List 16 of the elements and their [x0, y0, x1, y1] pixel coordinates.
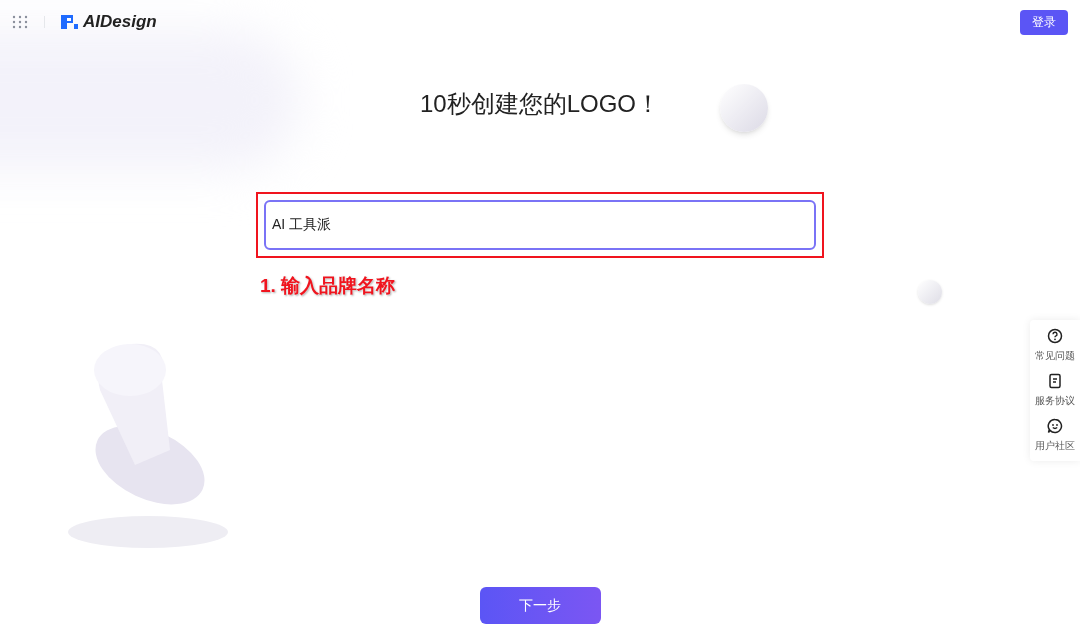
sphere-drawing	[720, 84, 768, 132]
smiley-chat-icon	[1047, 418, 1063, 434]
help-icon	[1047, 328, 1063, 344]
side-panel-item[interactable]: 用户社区	[1035, 418, 1075, 453]
annotation-text: 1. 输入品牌名称	[260, 275, 396, 296]
page-title: 10秒创建您的LOGO！	[419, 89, 660, 119]
side-panel-item[interactable]: 服务协议	[1035, 373, 1075, 408]
document-icon	[1047, 373, 1063, 389]
apps-grid-icon[interactable]	[12, 15, 28, 29]
side-panel-item[interactable]: 常见问题	[1035, 328, 1075, 363]
brand-name: AIDesign	[83, 11, 157, 34]
logo-icon	[59, 13, 79, 31]
brand-name-field[interactable]: AI 工具派	[264, 200, 816, 250]
next-button[interactable]: 下一步	[479, 586, 601, 624]
sphere-drawing	[918, 280, 942, 304]
login-button[interactable]: 登录	[1020, 9, 1068, 35]
